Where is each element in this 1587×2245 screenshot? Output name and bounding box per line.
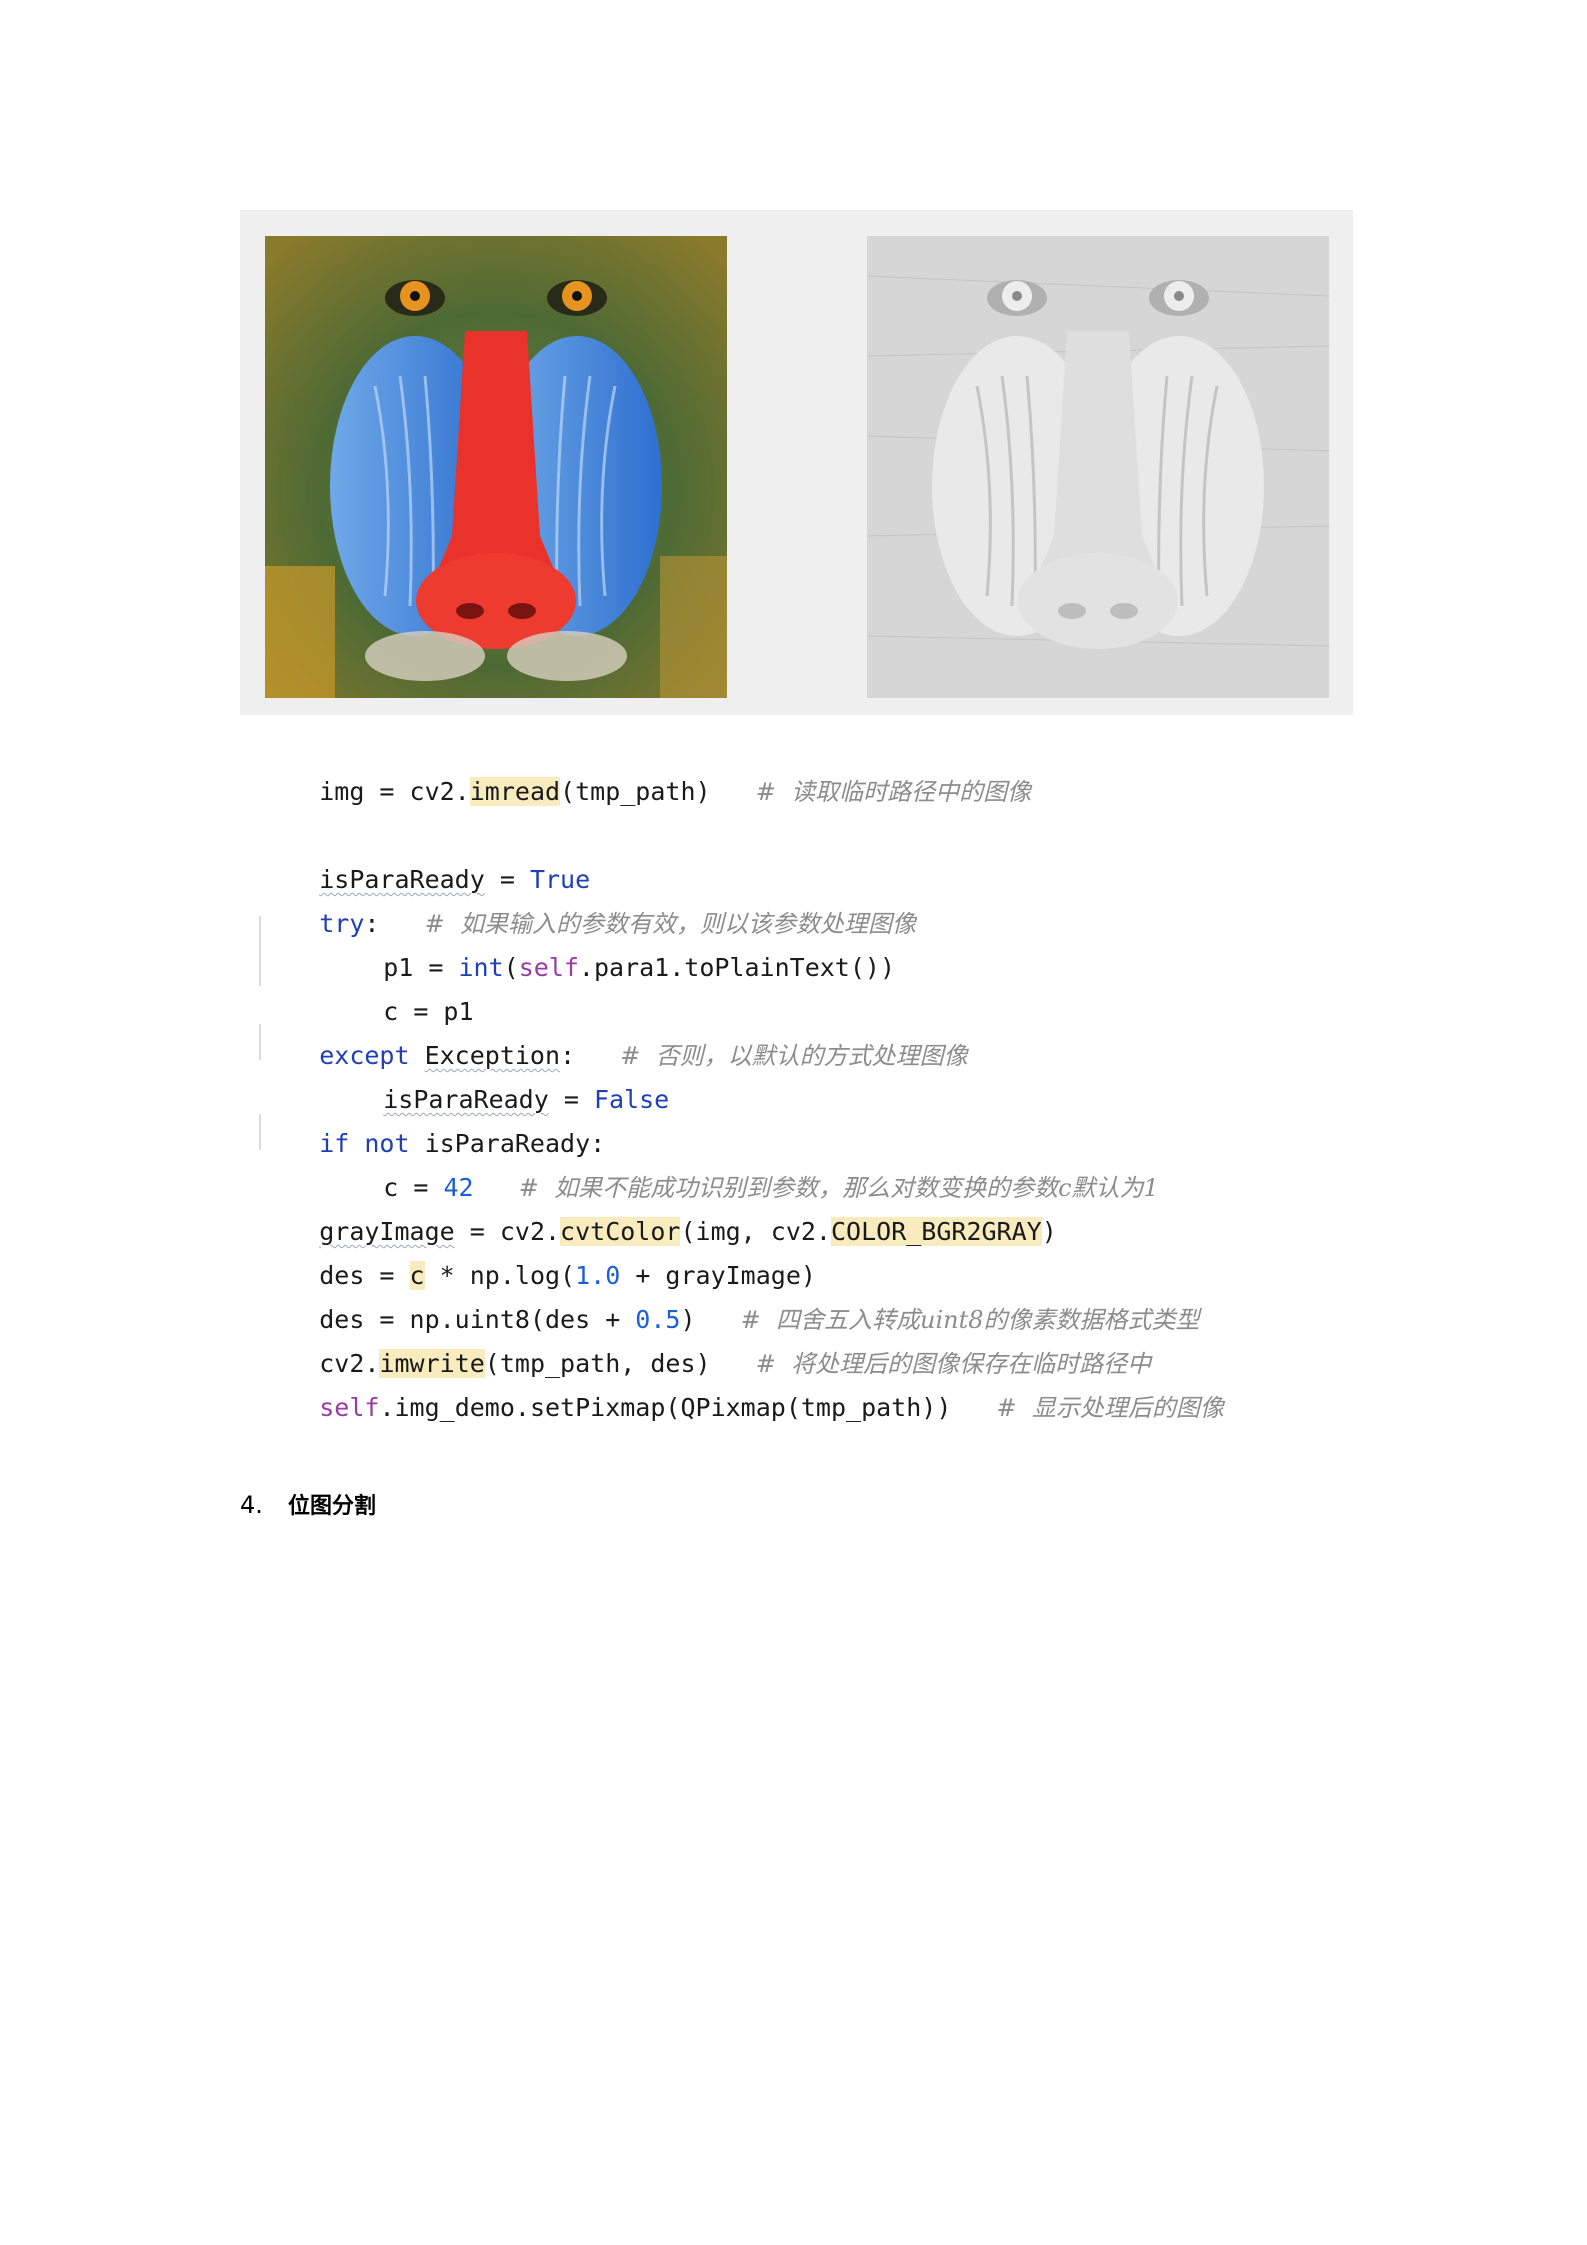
- image-comparison-panel: [240, 210, 1353, 715]
- code-token: self: [319, 1393, 380, 1422]
- section-title: 位图分割: [288, 1494, 377, 1519]
- section-number: 4.: [240, 1491, 263, 1519]
- code-comment: # 否则，以默认的方式处理图像: [620, 1042, 968, 1070]
- code-line: grayImage = cv2.cvtColor(img, cv2.COLOR_…: [259, 1178, 1057, 1246]
- code-token: ): [1041, 1217, 1057, 1246]
- mandrill-log-transform-image: [867, 236, 1329, 698]
- code-token: img = cv2.: [319, 777, 470, 806]
- code-line: except Exception: # 否则，以默认的方式处理图像: [259, 1002, 967, 1070]
- code-line: img = cv2.imread(tmp_path) # 读取临时路径中的图像: [259, 738, 1031, 806]
- code-line: des = np.uint8(des + 0.5) # 四舍五入转成uint8的…: [259, 1266, 1199, 1334]
- code-line: cv2.imwrite(tmp_path, des) # 将处理后的图像保存在临…: [259, 1310, 1151, 1378]
- code-line: isParaReady = True: [259, 826, 590, 894]
- code-line: isParaReady = False: [259, 1046, 669, 1114]
- code-line: p1 = int(self.para1.toPlainText()): [259, 914, 895, 982]
- code-token: (: [503, 953, 519, 982]
- code-line: c = 42 # 如果不能成功识别到参数，那么对数变换的参数c默认为1: [259, 1134, 1159, 1202]
- section-heading: 4. 位图分割: [240, 1488, 376, 1520]
- code-token: (tmp_path): [560, 777, 711, 806]
- code-token: imread: [469, 777, 561, 806]
- code-token: self: [518, 953, 579, 982]
- code-token: False: [593, 1085, 670, 1114]
- code-comment: # 显示处理后的图像: [996, 1394, 1224, 1422]
- code-line: self.img_demo.setPixmap(QPixmap(tmp_path…: [259, 1354, 1224, 1422]
- code-comment: # 读取临时路径中的图像: [755, 778, 1032, 806]
- code-line: des = c * np.log(1.0 + grayImage): [259, 1222, 816, 1290]
- code-token: .para1.toPlainText()): [578, 953, 895, 982]
- mandrill-color-image: [265, 236, 727, 698]
- code-token: .img_demo.setPixmap(QPixmap(tmp_path)): [379, 1393, 952, 1422]
- code-line: c = p1: [259, 958, 473, 1026]
- code-token: COLOR_BGR2GRAY: [830, 1217, 1042, 1246]
- code-line: if not isParaReady:: [259, 1090, 605, 1158]
- code-line: try: # 如果输入的参数有效，则以该参数处理图像: [259, 870, 916, 938]
